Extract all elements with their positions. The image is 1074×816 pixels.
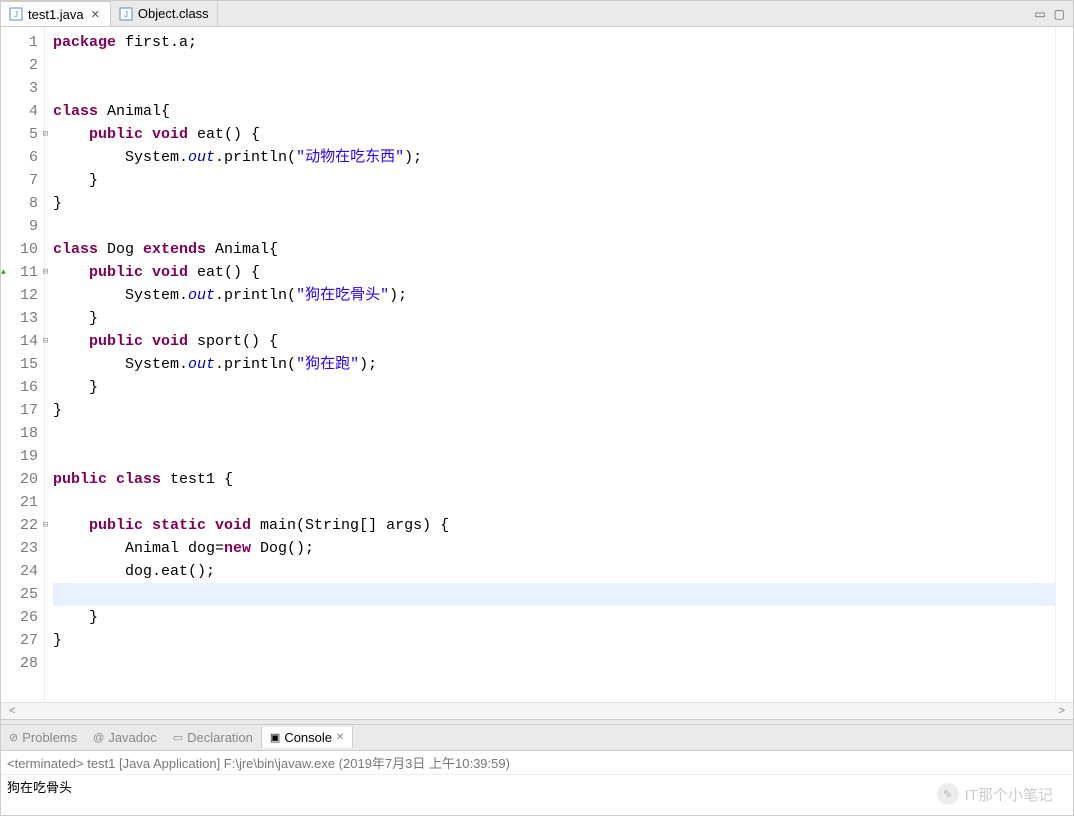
code-line[interactable]: public void eat() { xyxy=(53,261,1055,284)
tab-label: Object.class xyxy=(138,6,209,21)
svg-text:J: J xyxy=(124,10,128,19)
java-file-icon: J xyxy=(119,7,133,21)
code-line[interactable]: } xyxy=(53,376,1055,399)
line-number: 18 xyxy=(9,422,38,445)
line-number: 1 xyxy=(9,31,38,54)
problems-icon: ⊘ xyxy=(9,731,18,744)
line-number: 9 xyxy=(9,215,38,238)
close-icon[interactable]: ✕ xyxy=(336,732,344,743)
view-tab-problems[interactable]: ⊘ Problems xyxy=(1,727,85,748)
declaration-icon: ▭ xyxy=(173,731,183,744)
line-number: 27 xyxy=(9,629,38,652)
scroll-left-icon[interactable]: < xyxy=(5,705,19,717)
code-line[interactable]: } xyxy=(53,169,1055,192)
console-output: 狗在吃骨头 xyxy=(1,775,1073,815)
view-tab-javadoc[interactable]: @ Javadoc xyxy=(85,727,165,748)
line-number: 8 xyxy=(9,192,38,215)
horizontal-scrollbar[interactable]: < > xyxy=(1,702,1073,719)
console-icon: ▣ xyxy=(270,731,280,744)
code-line[interactable] xyxy=(53,215,1055,238)
line-number: 26 xyxy=(9,606,38,629)
line-number: 15 xyxy=(9,353,38,376)
line-number: 20 xyxy=(9,468,38,491)
code-line[interactable] xyxy=(53,422,1055,445)
javadoc-icon: @ xyxy=(93,732,104,744)
view-tab-console[interactable]: ▣ Console ✕ xyxy=(261,727,354,748)
view-tab-declaration[interactable]: ▭ Declaration xyxy=(165,727,261,748)
line-number: 13 xyxy=(9,307,38,330)
svg-text:J: J xyxy=(14,10,18,19)
top-right-controls: ▭ ▢ xyxy=(1034,7,1073,21)
code-line[interactable] xyxy=(53,652,1055,675)
code-line[interactable] xyxy=(53,491,1055,514)
editor-tab-bar: Jtest1.java ✕ J Object.class ▭ ▢ xyxy=(1,1,1073,27)
line-number: 24 xyxy=(9,560,38,583)
line-number: 21 xyxy=(9,491,38,514)
line-number: 6 xyxy=(9,146,38,169)
editor-tab[interactable]: J Object.class xyxy=(111,1,218,26)
view-tab-label: Console xyxy=(284,730,332,745)
view-tab-label: Javadoc xyxy=(108,730,156,745)
editor-area[interactable]: 1234567891011121314151617181920212223242… xyxy=(1,27,1073,702)
code-line[interactable] xyxy=(53,445,1055,468)
line-number: 14 xyxy=(9,330,38,353)
code-line[interactable]: class Animal{ xyxy=(53,100,1055,123)
line-number: 3 xyxy=(9,77,38,100)
line-number: 23 xyxy=(9,537,38,560)
line-number: 19 xyxy=(9,445,38,468)
code-line[interactable]: } xyxy=(53,192,1055,215)
line-number: 5 xyxy=(9,123,38,146)
code-line[interactable]: } xyxy=(53,307,1055,330)
code-line[interactable]: public class test1 { xyxy=(53,468,1055,491)
code-line[interactable]: public void sport() { xyxy=(53,330,1055,353)
code-line[interactable] xyxy=(53,77,1055,100)
code-line[interactable]: public static void main(String[] args) { xyxy=(53,514,1055,537)
console-header: <terminated> test1 [Java Application] F:… xyxy=(1,751,1073,775)
line-number: 7 xyxy=(9,169,38,192)
view-tab-label: Problems xyxy=(22,730,77,745)
tab-label: test1.java xyxy=(28,7,84,22)
line-number: 17 xyxy=(9,399,38,422)
code-line[interactable]: System.out.println("狗在跑"); xyxy=(53,353,1055,376)
scroll-right-icon[interactable]: > xyxy=(1055,705,1069,717)
line-number: 25 xyxy=(9,583,38,606)
editor-tab[interactable]: Jtest1.java ✕ xyxy=(1,1,111,26)
view-tab-label: Declaration xyxy=(187,730,253,745)
line-number: 16 xyxy=(9,376,38,399)
code-line[interactable]: class Dog extends Animal{ xyxy=(53,238,1055,261)
code-line[interactable] xyxy=(53,583,1055,606)
line-number: 10 xyxy=(9,238,38,261)
code-line[interactable]: package first.a; xyxy=(53,31,1055,54)
code-line[interactable]: dog.eat(); xyxy=(53,560,1055,583)
line-number: 22 xyxy=(9,514,38,537)
code-line[interactable]: Animal dog=new Dog(); xyxy=(53,537,1055,560)
java-file-icon: J xyxy=(9,7,23,21)
line-number-gutter: 1234567891011121314151617181920212223242… xyxy=(1,27,45,702)
line-number: 4 xyxy=(9,100,38,123)
code-line[interactable]: } xyxy=(53,606,1055,629)
code-line[interactable]: System.out.println("狗在吃骨头"); xyxy=(53,284,1055,307)
line-number: 2 xyxy=(9,54,38,77)
code-line[interactable] xyxy=(53,54,1055,77)
maximize-icon[interactable]: ▢ xyxy=(1054,7,1065,21)
line-number: 12 xyxy=(9,284,38,307)
code-line[interactable]: System.out.println("动物在吃东西"); xyxy=(53,146,1055,169)
line-number: 11 xyxy=(9,261,38,284)
code-line[interactable]: } xyxy=(53,399,1055,422)
code-content[interactable]: package first.a; class Animal{ public vo… xyxy=(45,27,1055,702)
close-icon[interactable]: ✕ xyxy=(89,8,102,21)
overview-ruler[interactable] xyxy=(1055,27,1073,702)
code-line[interactable]: public void eat() { xyxy=(53,123,1055,146)
minimize-icon[interactable]: ▭ xyxy=(1034,7,1045,21)
bottom-tab-bar: ⊘ Problems @ Javadoc ▭ Declaration ▣ Console ✕ xyxy=(1,725,1073,751)
line-number: 28 xyxy=(9,652,38,675)
code-line[interactable]: } xyxy=(53,629,1055,652)
